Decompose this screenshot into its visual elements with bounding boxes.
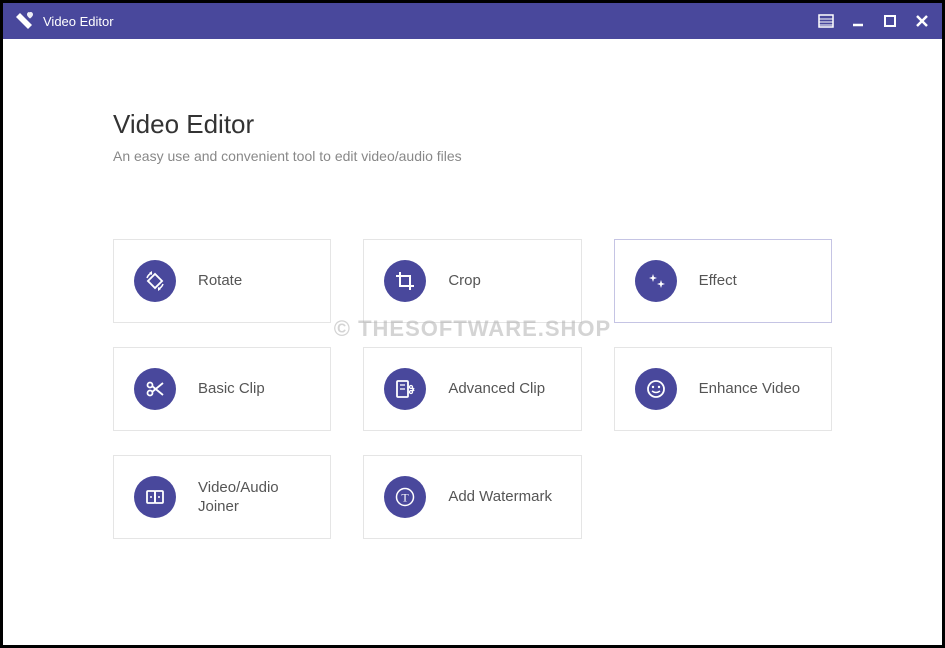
page-subtitle: An easy use and convenient tool to edit …: [113, 148, 832, 164]
joiner-label: Video/Audio Joiner: [198, 478, 310, 517]
close-icon[interactable]: [912, 11, 932, 31]
watermark-card[interactable]: T Add Watermark: [363, 455, 581, 539]
effect-icon: [635, 260, 677, 302]
text-icon: T: [384, 476, 426, 518]
maximize-icon[interactable]: [880, 11, 900, 31]
scissors-icon: [134, 368, 176, 410]
menu-icon[interactable]: [816, 11, 836, 31]
effect-label: Effect: [699, 271, 737, 291]
titlebar-controls: [816, 11, 932, 31]
app-icon: [13, 10, 35, 32]
rotate-card[interactable]: Rotate: [113, 239, 331, 323]
minimize-icon[interactable]: [848, 11, 868, 31]
titlebar: Video Editor: [3, 3, 942, 39]
content-area: Video Editor An easy use and convenient …: [3, 39, 942, 645]
window-title: Video Editor: [43, 14, 816, 29]
app-window: Video Editor Video Editor An easy use an…: [0, 0, 945, 648]
enhance-icon: [635, 368, 677, 410]
basic-clip-card[interactable]: Basic Clip: [113, 347, 331, 431]
rotate-label: Rotate: [198, 271, 242, 291]
svg-text:T: T: [402, 491, 410, 505]
advanced-clip-icon: [384, 368, 426, 410]
enhance-video-card[interactable]: Enhance Video: [614, 347, 832, 431]
rotate-icon: [134, 260, 176, 302]
enhance-video-label: Enhance Video: [699, 379, 800, 399]
advanced-clip-label: Advanced Clip: [448, 379, 545, 399]
basic-clip-label: Basic Clip: [198, 379, 265, 399]
crop-label: Crop: [448, 271, 481, 291]
effect-card[interactable]: Effect: [614, 239, 832, 323]
advanced-clip-card[interactable]: Advanced Clip: [363, 347, 581, 431]
watermark-label: Add Watermark: [448, 487, 552, 507]
tools-grid: Rotate Crop Effect Basic C: [113, 239, 832, 539]
crop-icon: [384, 260, 426, 302]
joiner-icon: [134, 476, 176, 518]
page-title: Video Editor: [113, 109, 832, 140]
joiner-card[interactable]: Video/Audio Joiner: [113, 455, 331, 539]
crop-card[interactable]: Crop: [363, 239, 581, 323]
